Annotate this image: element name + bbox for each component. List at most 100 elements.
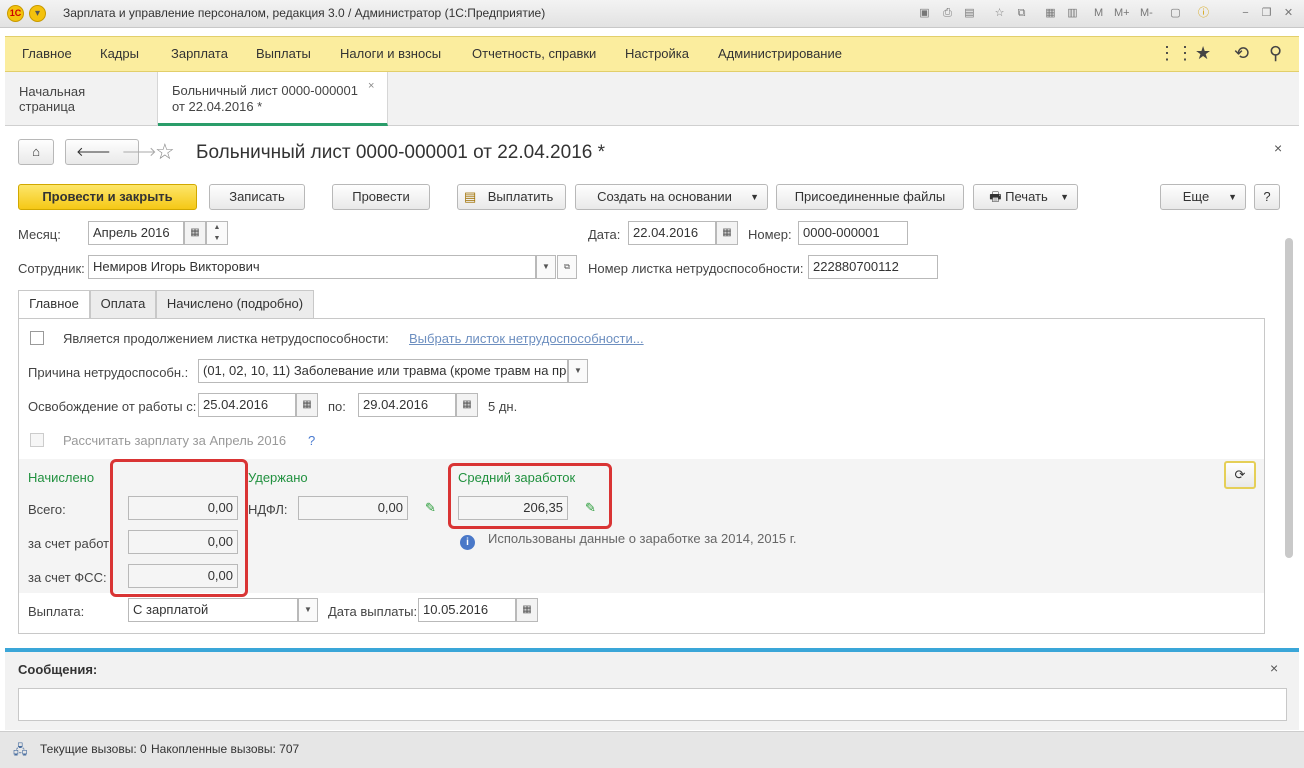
tab-sick-leave-line2: от 22.04.2016 * <box>172 99 263 114</box>
payout-date-label: Дата выплаты: <box>328 604 418 619</box>
payout-date-calendar-icon[interactable]: ▦ <box>516 598 538 622</box>
release-to-input[interactable]: 29.04.2016 <box>358 393 456 417</box>
history-icon[interactable]: ⟲ <box>1234 43 1249 64</box>
messages-area[interactable] <box>18 688 1287 721</box>
withheld-header: Удержано <box>248 470 308 485</box>
close-messages-icon[interactable]: × <box>1270 660 1278 676</box>
release-from-calendar-icon[interactable]: ▦ <box>296 393 318 417</box>
sheet-number-label: Номер листка нетрудоспособности: <box>588 261 804 276</box>
reason-input[interactable]: (01, 02, 10, 11) Заболевание или травма … <box>198 359 568 383</box>
menu-hr[interactable]: Кадры <box>100 46 139 61</box>
open-windows-bar: Начальная страница Больничный лист 0000-… <box>5 72 1299 126</box>
server-calls-icon[interactable]: 🖧 <box>13 741 28 763</box>
menu-settings[interactable]: Настройка <box>625 46 689 61</box>
post-and-close-button[interactable]: Провести и закрыть <box>18 184 197 210</box>
date-calendar-icon[interactable]: ▦ <box>716 221 738 245</box>
dropdown-arrow-icon: ▼ <box>1228 192 1237 202</box>
ndfl-label: НДФЛ: <box>248 502 288 517</box>
home-button[interactable]: ⌂ <box>18 139 54 165</box>
print-button[interactable]: 🖶 Печать ▼ <box>973 184 1078 210</box>
highlight-avg-box <box>448 463 612 529</box>
refresh-button[interactable]: ⟳ <box>1224 461 1256 489</box>
save-button[interactable]: Записать <box>209 184 305 210</box>
save-icon[interactable]: ▣ <box>917 6 932 21</box>
restore-icon[interactable]: ❐ <box>1259 6 1274 21</box>
functions-grid-icon[interactable]: ⋮⋮ <box>1158 43 1194 64</box>
edit-ndfl-pencil-icon[interactable]: ✎ <box>425 500 436 516</box>
tab-accrued-detailed[interactable]: Начислено (подробно) <box>156 290 314 318</box>
reason-label: Причина нетрудоспособн.: <box>28 365 189 380</box>
payout-date-input[interactable]: 10.05.2016 <box>418 598 516 622</box>
calculator-icon[interactable]: ▦ <box>1043 6 1058 21</box>
reason-dropdown-icon[interactable]: ▼ <box>568 359 588 383</box>
memory-m-button[interactable]: M <box>1094 6 1103 21</box>
more-label: Еще <box>1182 189 1210 204</box>
tab-sick-leave-line1: Больничный лист 0000-000001 <box>172 83 358 98</box>
panel-icon[interactable]: ▢ <box>1168 6 1183 21</box>
spin-down-icon[interactable]: ▼ <box>207 233 227 244</box>
release-from-input[interactable]: 25.04.2016 <box>198 393 296 417</box>
menu-salary[interactable]: Зарплата <box>171 46 228 61</box>
pay-button[interactable]: ▤ Выплатить <box>457 184 566 210</box>
create-based-on-button[interactable]: Создать на основании ▼ <box>575 184 768 210</box>
calc-salary-checkbox[interactable] <box>30 433 44 447</box>
section-menu: Главное Кадры Зарплата Выплаты Налоги и … <box>5 36 1299 72</box>
sheet-number-input[interactable]: 222880700112 <box>808 255 938 279</box>
spin-up-icon[interactable]: ▲ <box>207 222 227 233</box>
favorite-star-icon[interactable]: ☆ <box>992 6 1007 21</box>
menu-admin[interactable]: Администрирование <box>718 46 842 61</box>
month-input[interactable]: Апрель 2016 <box>88 221 184 245</box>
attached-files-button[interactable]: Присоединенные файлы <box>776 184 964 210</box>
memory-mplus-button[interactable]: M+ <box>1114 6 1130 21</box>
main-menu-icon[interactable]: ▾ <box>29 5 46 22</box>
back-arrow-icon[interactable]: 🡐 <box>76 144 111 159</box>
tab-payment[interactable]: Оплата <box>90 290 156 318</box>
highlight-accrued-box <box>110 459 248 597</box>
menu-main[interactable]: Главное <box>22 46 72 61</box>
nav-back-forward[interactable]: 🡐 🡒 <box>65 139 157 165</box>
preview-icon[interactable]: ▤ <box>962 6 977 21</box>
menu-payments[interactable]: Выплаты <box>256 46 311 61</box>
select-sheet-link[interactable]: Выбрать листок нетрудоспособности... <box>409 331 644 346</box>
print-icon[interactable]: ⎙ <box>940 6 955 21</box>
current-calls: Текущие вызовы: 0 <box>40 742 147 756</box>
employee-dropdown-icon[interactable]: ▼ <box>536 255 556 279</box>
memory-mminus-button[interactable]: M- <box>1140 6 1153 21</box>
payout-input[interactable]: С зарплатой <box>128 598 298 622</box>
post-button[interactable]: Провести <box>332 184 430 210</box>
more-button[interactable]: Еще ▼ <box>1160 184 1246 210</box>
employee-label: Сотрудник: <box>18 261 85 276</box>
forward-arrow-icon[interactable]: 🡒 <box>122 144 157 159</box>
employee-input[interactable]: Немиров Игорь Викторович <box>88 255 536 279</box>
calc-help-link[interactable]: ? <box>308 433 315 448</box>
continuation-checkbox[interactable] <box>30 331 44 345</box>
number-input[interactable]: 0000-000001 <box>798 221 908 245</box>
month-picker-icon[interactable]: ▦ <box>184 221 206 245</box>
link-icon[interactable]: ⧉ <box>1014 6 1029 21</box>
employee-open-icon[interactable]: ⧉ <box>557 255 577 279</box>
form-scrollbar[interactable] <box>1285 238 1293 558</box>
close-form-icon[interactable]: × <box>1274 140 1282 156</box>
employer-label: за счет работ <box>28 536 110 551</box>
release-to-calendar-icon[interactable]: ▦ <box>456 393 478 417</box>
month-spinner[interactable]: ▲ ▼ <box>206 221 228 245</box>
window-titlebar: 1С ▾ Зарплата и управление персоналом, р… <box>0 0 1304 28</box>
payout-dropdown-icon[interactable]: ▼ <box>298 598 318 622</box>
favorites-star-icon[interactable]: ★ <box>1195 43 1211 64</box>
close-tab-icon[interactable]: × <box>368 78 374 94</box>
tab-home-page[interactable]: Начальная страница <box>5 72 158 126</box>
close-window-icon[interactable]: ✕ <box>1281 6 1296 21</box>
tab-main[interactable]: Главное <box>18 290 90 319</box>
window-title: Зарплата и управление персоналом, редакц… <box>63 6 546 20</box>
payout-label: Выплата: <box>28 604 85 619</box>
minimize-icon[interactable]: − <box>1238 6 1253 21</box>
info-icon[interactable]: ⓘ <box>1196 6 1211 21</box>
help-button[interactable]: ? <box>1254 184 1280 210</box>
calendar-icon[interactable]: ▥ <box>1065 6 1080 21</box>
date-input[interactable]: 22.04.2016 <box>628 221 716 245</box>
search-icon[interactable]: ⚲ <box>1269 43 1282 64</box>
favorite-star-icon[interactable]: ☆ <box>155 139 175 165</box>
tab-sick-leave[interactable]: Больничный лист 0000-000001 от 22.04.201… <box>158 72 388 126</box>
menu-reports[interactable]: Отчетность, справки <box>472 46 596 61</box>
menu-taxes[interactable]: Налоги и взносы <box>340 46 441 61</box>
